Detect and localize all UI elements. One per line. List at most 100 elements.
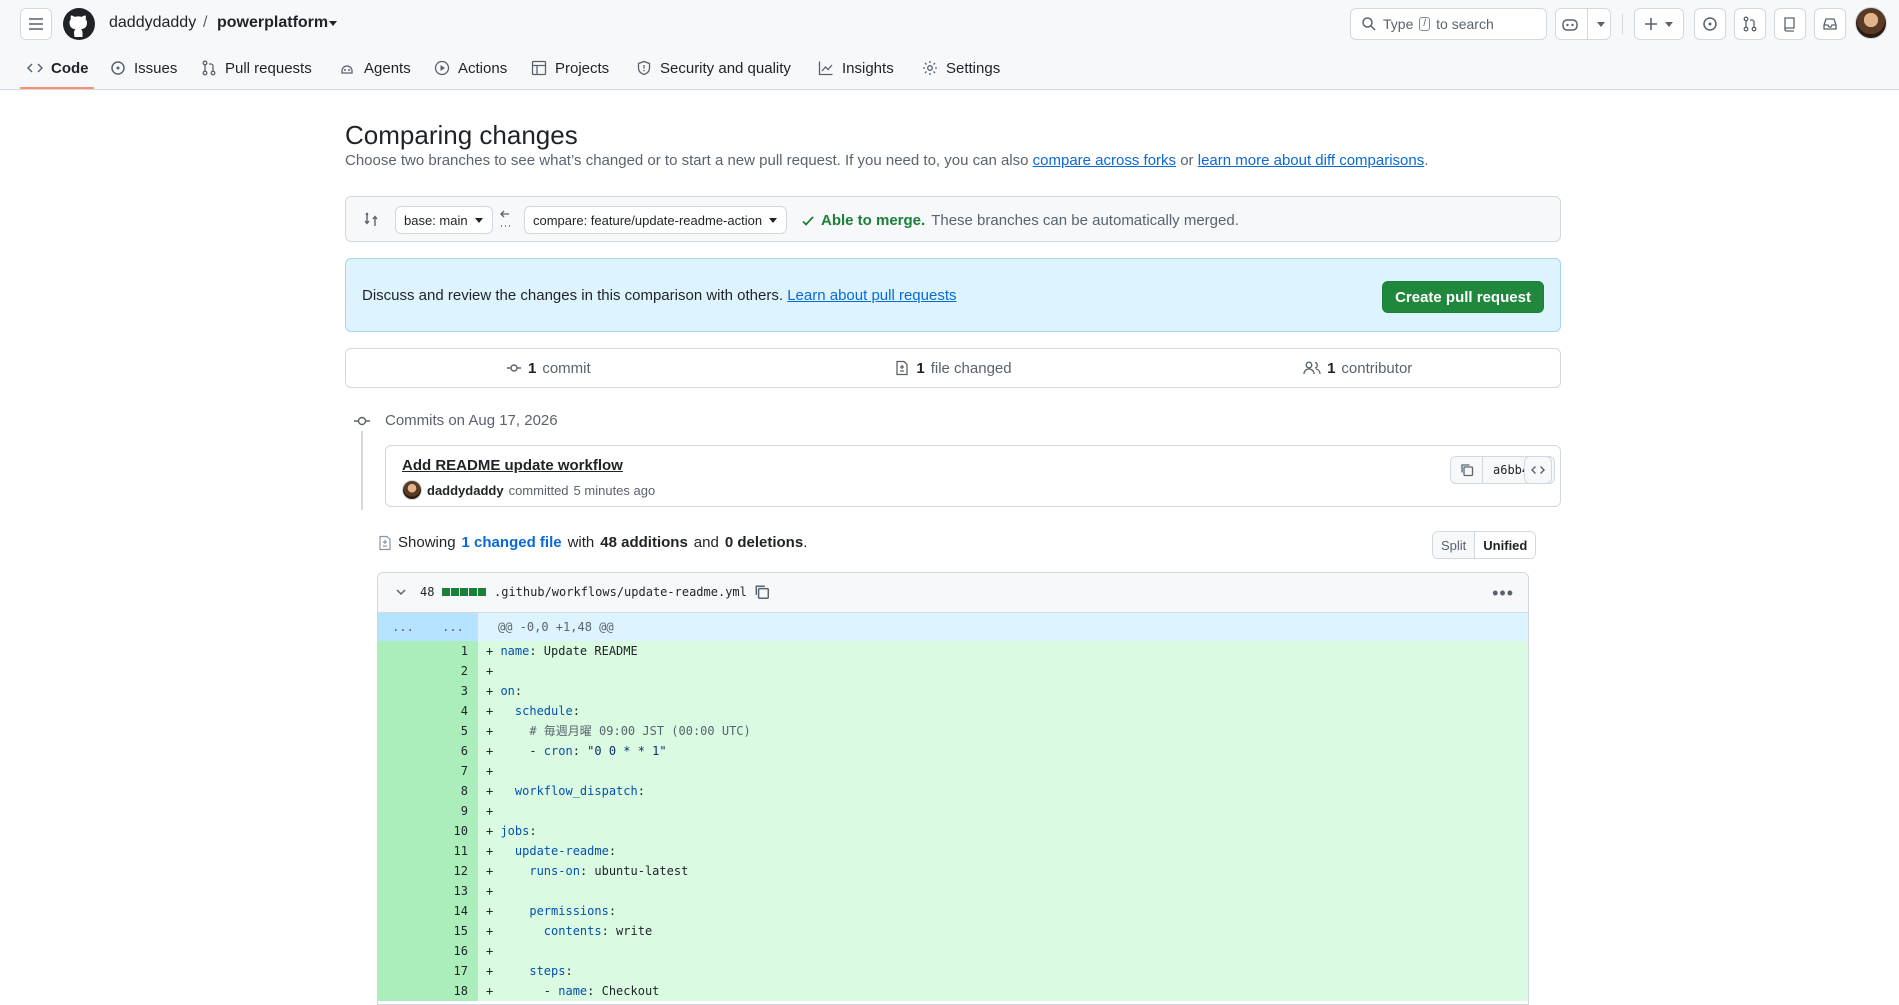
- old-line-number[interactable]: [378, 821, 428, 841]
- new-line-number[interactable]: 7: [428, 761, 478, 781]
- new-line-number[interactable]: 10: [428, 821, 478, 841]
- agent-icon: [341, 65, 353, 74]
- commits-summary[interactable]: 1 commit: [346, 349, 751, 387]
- active-tab-indicator: [20, 87, 94, 89]
- new-line-number[interactable]: 5: [428, 721, 478, 741]
- expand-down-button[interactable]: ...: [428, 613, 478, 641]
- new-line-number[interactable]: 2: [428, 661, 478, 681]
- showing-end: .: [803, 534, 808, 551]
- new-line-number[interactable]: 3: [428, 681, 478, 701]
- diff-line-code: + steps:: [478, 961, 1528, 981]
- tab-actions[interactable]: Actions: [434, 46, 507, 90]
- new-line-number[interactable]: 16: [428, 941, 478, 961]
- browse-repository-button[interactable]: [1524, 456, 1552, 484]
- changed-files-link[interactable]: 1 changed file: [462, 534, 562, 551]
- old-line-number[interactable]: [378, 861, 428, 881]
- chevron-down-icon[interactable]: [394, 585, 408, 599]
- new-line-number[interactable]: 12: [428, 861, 478, 881]
- user-avatar[interactable]: [1855, 7, 1887, 39]
- new-line-number[interactable]: 18: [428, 981, 478, 1001]
- github-logo-icon[interactable]: [63, 8, 95, 40]
- chevron-down-icon: [474, 218, 483, 223]
- inbox-button[interactable]: [1814, 8, 1846, 40]
- old-line-number[interactable]: [378, 941, 428, 961]
- commit-action: committed: [508, 482, 569, 498]
- copilot-button[interactable]: [1555, 8, 1611, 40]
- old-line-number[interactable]: [378, 681, 428, 701]
- old-line-number[interactable]: [378, 661, 428, 681]
- commit-author[interactable]: daddydaddy: [427, 483, 504, 498]
- diff-line-code: + schedule:: [478, 701, 1528, 721]
- tab-agents[interactable]: Agents: [338, 46, 411, 90]
- old-line-number[interactable]: [378, 721, 428, 741]
- new-line-number[interactable]: 13: [428, 881, 478, 901]
- commit-title-link[interactable]: Add README update workflow: [402, 457, 623, 474]
- diff-line-code: + contents: write: [478, 921, 1528, 941]
- tab-issues[interactable]: Issues: [110, 46, 177, 90]
- merge-status-text: These branches can be automatically merg…: [931, 212, 1239, 229]
- tab-security[interactable]: Security and quality: [636, 46, 791, 90]
- expand-up-button[interactable]: ...: [378, 613, 428, 641]
- breadcrumb-repo[interactable]: powerplatform: [217, 14, 328, 32]
- tab-settings[interactable]: Settings: [922, 46, 1000, 90]
- compare-across-forks-link[interactable]: compare across forks: [1033, 152, 1176, 169]
- old-line-number[interactable]: [378, 881, 428, 901]
- unified-view-button[interactable]: Unified: [1475, 532, 1536, 558]
- search-input[interactable]: Type / to search: [1350, 8, 1547, 40]
- merge-status-ok: Able to merge.: [821, 212, 926, 229]
- learn-diff-comparisons-link[interactable]: learn more about diff comparisons: [1198, 152, 1425, 169]
- new-line-number[interactable]: 15: [428, 921, 478, 941]
- new-line-number[interactable]: 4: [428, 701, 478, 721]
- tab-insights[interactable]: Insights: [818, 46, 894, 90]
- create-new-button[interactable]: [1634, 8, 1684, 40]
- repo-caret-down-icon[interactable]: [327, 17, 339, 29]
- files-summary[interactable]: 1 file changed: [751, 349, 1156, 387]
- copy-icon[interactable]: [754, 584, 770, 600]
- old-line-number[interactable]: [378, 641, 428, 661]
- tab-code[interactable]: Code: [27, 46, 89, 90]
- diff-line: 6 + - cron: "0 0 * * 1": [378, 741, 1528, 761]
- new-line-number[interactable]: 17: [428, 961, 478, 981]
- old-line-number[interactable]: [378, 901, 428, 921]
- file-diff-icon: [896, 360, 909, 376]
- search-icon: [1362, 17, 1376, 31]
- old-line-number[interactable]: [378, 921, 428, 941]
- issues-button[interactable]: [1694, 8, 1726, 40]
- new-line-number[interactable]: 6: [428, 741, 478, 761]
- compare-arrows-icon[interactable]: [363, 212, 379, 228]
- diff-line-code: +: [478, 761, 1528, 781]
- split-view-button[interactable]: Split: [1433, 532, 1476, 558]
- old-line-number[interactable]: [378, 841, 428, 861]
- contributors-summary[interactable]: 1 contributor: [1155, 349, 1560, 387]
- compare-branch-select[interactable]: compare: feature/update-readme-action: [524, 206, 788, 234]
- pull-request-icon: [1743, 16, 1757, 32]
- old-line-number[interactable]: [378, 801, 428, 821]
- diff-line-code: + on:: [478, 681, 1528, 701]
- new-line-number[interactable]: 9: [428, 801, 478, 821]
- avatar[interactable]: [402, 480, 422, 500]
- old-line-number[interactable]: [378, 741, 428, 761]
- breadcrumb-owner[interactable]: daddydaddy: [109, 14, 196, 32]
- pull-requests-button[interactable]: [1734, 8, 1766, 40]
- old-line-number[interactable]: [378, 961, 428, 981]
- new-line-number[interactable]: 11: [428, 841, 478, 861]
- tab-label: Projects: [555, 59, 610, 77]
- new-line-number[interactable]: 8: [428, 781, 478, 801]
- old-line-number[interactable]: [378, 701, 428, 721]
- tab-pull-requests[interactable]: Pull requests: [201, 46, 312, 90]
- file-path-link[interactable]: .github/workflows/update-readme.yml: [494, 585, 747, 599]
- copy-sha-button[interactable]: [1451, 457, 1483, 483]
- base-branch-select[interactable]: base: main: [395, 206, 493, 234]
- diff-line-code: + name: Update README: [478, 641, 1528, 661]
- learn-pull-requests-link[interactable]: Learn about pull requests: [787, 287, 956, 304]
- old-line-number[interactable]: [378, 981, 428, 1001]
- old-line-number[interactable]: [378, 761, 428, 781]
- new-line-number[interactable]: 14: [428, 901, 478, 921]
- tab-projects[interactable]: Projects: [531, 46, 609, 90]
- repositories-button[interactable]: [1774, 8, 1806, 40]
- menu-button[interactable]: [20, 8, 52, 40]
- new-line-number[interactable]: 1: [428, 641, 478, 661]
- kebab-horizontal-icon[interactable]: •••: [1492, 583, 1514, 604]
- create-pull-request-button[interactable]: Create pull request: [1382, 281, 1544, 313]
- old-line-number[interactable]: [378, 781, 428, 801]
